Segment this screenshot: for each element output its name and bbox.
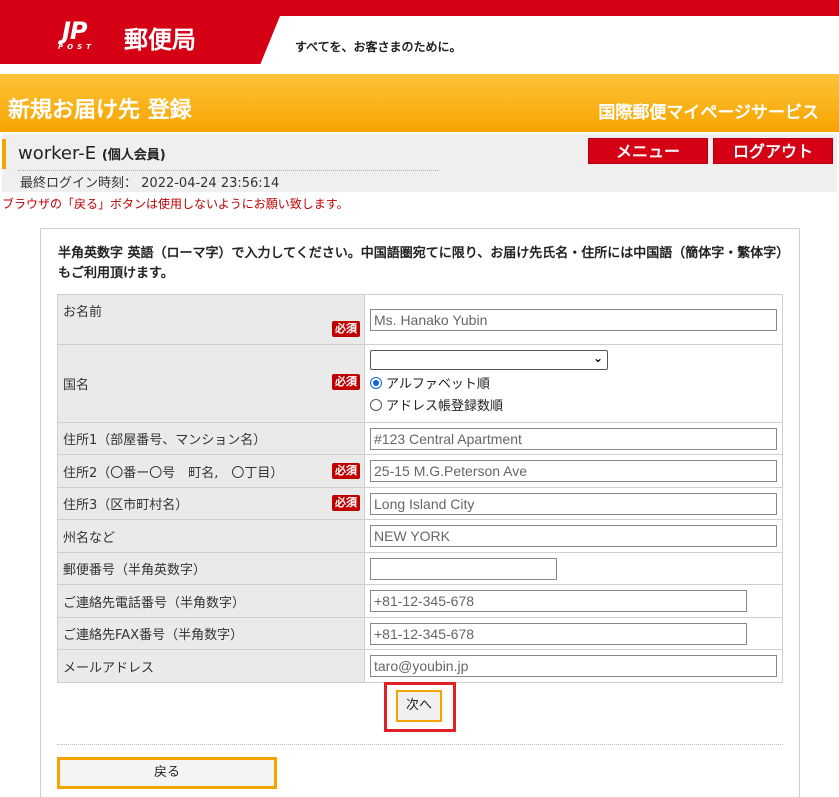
next-button[interactable]: 次へ bbox=[396, 690, 442, 722]
sort-count-option[interactable]: アドレス帳登録数順 bbox=[370, 395, 777, 414]
phone-field-cell: +81-12-345-678 bbox=[364, 584, 783, 618]
tagline: すべてを、お客さまのために。 bbox=[295, 40, 462, 54]
sort-count-radio[interactable] bbox=[370, 398, 382, 411]
sort-alpha-label: アルファベット順 bbox=[386, 377, 490, 392]
phone-label: ご連絡先電話番号（半角数字） bbox=[63, 595, 246, 611]
logout-button[interactable]: ログアウト bbox=[713, 138, 833, 164]
user-divider bbox=[18, 170, 438, 171]
address2-label: 住所2（〇番ー〇号 町名, 〇丁目） bbox=[63, 465, 284, 481]
chevron-down-icon: ⌄ bbox=[592, 351, 603, 365]
required-badge: 必須 bbox=[332, 463, 360, 479]
form-row-email: メールアドレス taro@youbin.jp bbox=[57, 649, 783, 683]
top-red-strip bbox=[0, 0, 839, 16]
email-label-cell: メールアドレス bbox=[57, 649, 365, 683]
sort-alpha-radio[interactable] bbox=[370, 376, 382, 389]
address3-label: 住所3（区市町村名） bbox=[63, 498, 189, 513]
postal-label: 郵便番号（半角英数字） bbox=[63, 563, 207, 578]
form-row-phone: ご連絡先電話番号（半角数字） +81-12-345-678 bbox=[57, 584, 783, 618]
form-divider bbox=[57, 744, 783, 745]
address1-label: 住所1（部屋番号、マンション名） bbox=[63, 433, 267, 448]
jp-post-logo: JP bbox=[62, 17, 88, 45]
required-badge: 必須 bbox=[332, 374, 360, 390]
required-badge: 必須 bbox=[332, 321, 360, 337]
postal-label-cell: 郵便番号（半角英数字） bbox=[57, 552, 365, 585]
logo-post-text: POST bbox=[58, 43, 95, 51]
address1-input[interactable]: #123 Central Apartment bbox=[370, 427, 777, 450]
name-field-cell: Ms. Hanako Yubin bbox=[364, 294, 783, 345]
name-input[interactable]: Ms. Hanako Yubin bbox=[370, 308, 777, 331]
phone-input[interactable]: +81-12-345-678 bbox=[370, 590, 747, 612]
required-badge: 必須 bbox=[332, 495, 360, 511]
form-row-address2: 住所2（〇番ー〇号 町名, 〇丁目） 必須 25-15 M.G.Peterson… bbox=[57, 454, 783, 488]
service-name: 国際郵便マイページサービス bbox=[598, 103, 819, 123]
phone-label-cell: ご連絡先電話番号（半角数字） bbox=[57, 584, 365, 618]
state-label: 州名など bbox=[63, 530, 116, 546]
page-title: 新規お届け先 登録 bbox=[8, 98, 192, 123]
state-input[interactable]: NEW YORK bbox=[370, 525, 777, 547]
last-login: 最終ログイン時刻： 2022-04-24 23:56:14 bbox=[20, 172, 279, 191]
last-login-label: 最終ログイン時刻： bbox=[20, 176, 138, 191]
form-row-address1: 住所1（部屋番号、マンション名） #123 Central Apartment bbox=[57, 422, 783, 455]
fax-label: ご連絡先FAX番号（半角数字） bbox=[63, 628, 244, 643]
country-label-cell: 国名 必須 bbox=[57, 344, 365, 423]
member-type: (個人会員) bbox=[101, 148, 166, 163]
email-field-cell: taro@youbin.jp bbox=[364, 649, 783, 683]
menu-button[interactable]: メニュー bbox=[588, 138, 708, 164]
address-form-table: お名前 必須 Ms. Hanako Yubin 国名 必須 ⌄ アルファベット順… bbox=[57, 294, 783, 683]
address3-label-cell: 住所3（区市町村名） 必須 bbox=[57, 487, 365, 520]
email-input[interactable]: taro@youbin.jp bbox=[370, 655, 777, 677]
back-button-warning: ブラウザの「戻る」ボタンは使用しないようにお願い致します。 bbox=[2, 197, 349, 211]
form-row-fax: ご連絡先FAX番号（半角数字） +81-12-345-678 bbox=[57, 617, 783, 650]
address2-label-cell: 住所2（〇番ー〇号 町名, 〇丁目） 必須 bbox=[57, 454, 365, 488]
last-login-value: 2022-04-24 23:56:14 bbox=[141, 176, 280, 191]
back-button[interactable]: 戻る bbox=[57, 757, 277, 789]
form-instructions: 半角英数字 英語（ローマ字）で入力してください。中国語圏宛てに限り、お届け先氏名… bbox=[58, 246, 783, 281]
user-info-bar: worker-E (個人会員) 最終ログイン時刻： 2022-04-24 23:… bbox=[2, 134, 837, 192]
form-row-state: 州名など NEW YORK bbox=[57, 519, 783, 553]
country-select[interactable]: ⌄ bbox=[370, 350, 608, 370]
logo-name: 郵便局 bbox=[124, 26, 196, 54]
state-label-cell: 州名など bbox=[57, 519, 365, 553]
fax-field-cell: +81-12-345-678 bbox=[364, 617, 783, 650]
user-name: worker-E (個人会員) bbox=[18, 143, 166, 164]
form-row-country: 国名 必須 ⌄ アルファベット順 アドレス帳登録数順 bbox=[57, 344, 783, 423]
user-accent-bar bbox=[2, 139, 6, 169]
form-row-postal: 郵便番号（半角英数字） bbox=[57, 552, 783, 585]
address3-input[interactable]: Long Island City bbox=[370, 492, 777, 515]
page-title-bar: 新規お届け先 登録 国際郵便マイページサービス bbox=[0, 74, 839, 132]
form-row-address3: 住所3（区市町村名） 必須 Long Island City bbox=[57, 487, 783, 520]
sort-count-label: アドレス帳登録数順 bbox=[386, 399, 504, 414]
name-label-cell: お名前 必須 bbox=[57, 294, 365, 345]
address2-input[interactable]: 25-15 M.G.Peterson Ave bbox=[370, 460, 777, 482]
state-field-cell: NEW YORK bbox=[364, 519, 783, 553]
name-label: お名前 bbox=[63, 305, 103, 320]
fax-input[interactable]: +81-12-345-678 bbox=[370, 622, 747, 645]
country-label: 国名 bbox=[63, 378, 90, 393]
country-field-cell: ⌄ アルファベット順 アドレス帳登録数順 bbox=[364, 344, 783, 423]
address2-field-cell: 25-15 M.G.Peterson Ave bbox=[364, 454, 783, 488]
postal-field-cell bbox=[364, 552, 783, 585]
email-label: メールアドレス bbox=[63, 660, 155, 676]
address3-field-cell: Long Island City bbox=[364, 487, 783, 520]
postal-input[interactable] bbox=[370, 557, 557, 580]
address1-label-cell: 住所1（部屋番号、マンション名） bbox=[57, 422, 365, 455]
sort-alpha-option[interactable]: アルファベット順 bbox=[370, 373, 777, 392]
address1-field-cell: #123 Central Apartment bbox=[364, 422, 783, 455]
form-row-name: お名前 必須 Ms. Hanako Yubin bbox=[57, 294, 783, 345]
fax-label-cell: ご連絡先FAX番号（半角数字） bbox=[57, 617, 365, 650]
user-name-value: worker-E bbox=[18, 143, 97, 164]
